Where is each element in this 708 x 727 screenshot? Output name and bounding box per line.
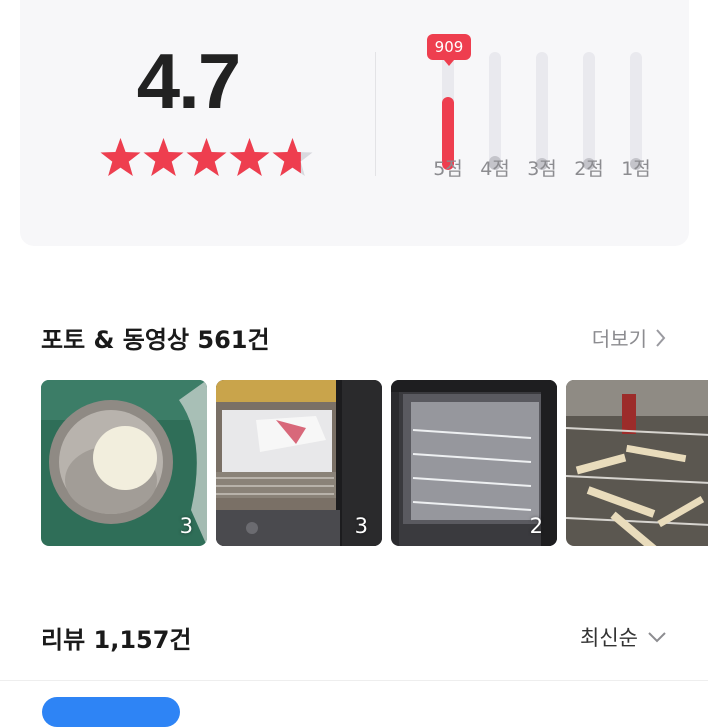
more-label: 더보기 [591,327,647,351]
review-section-title: 리뷰 1,157건 [41,626,192,654]
more-button[interactable]: 더보기 [592,323,666,352]
filter-pill[interactable] [42,697,180,727]
bar-label: 2점 [574,158,604,180]
bar-track [630,52,642,170]
photo-thumbnail[interactable]: 2 [391,380,557,546]
bar-label: 3점 [527,158,557,180]
photo-strip: 3 3 2 [41,380,708,546]
bar-track [583,52,595,170]
rating-bar-1[interactable]: 1점 [613,30,659,190]
average-score: 4.7 [136,37,241,125]
divider [375,52,376,176]
rating-bar-2[interactable]: 2점 [566,30,612,190]
photo-count: 2 [529,514,543,538]
dried-food-photo [566,380,708,546]
photo-section-title: 포토 & 동영상 561건 [41,326,270,354]
star-fill [100,138,141,176]
sort-label: 최신순 [580,626,638,650]
rating-summary-card: 4.7 909 5점 4점 3점 2점 1점 [20,0,689,246]
bar-track [442,52,454,170]
count-badge: 909 [427,34,471,66]
bar-label: 4점 [480,158,510,180]
star-rating [100,138,313,176]
star-fill [186,138,227,176]
star-fill [229,138,270,176]
chevron-right-icon [656,328,666,347]
rating-distribution: 909 5점 4점 3점 2점 1점 [425,30,670,190]
section-separator [0,680,708,681]
sort-dropdown[interactable]: 최신순 [580,622,666,652]
photo-thumbnail[interactable]: 3 [216,380,382,546]
photo-thumbnail[interactable] [566,380,708,546]
rating-bar-4[interactable]: 4점 [472,30,518,190]
star-fill [143,138,184,176]
bar-track [489,52,501,170]
bar-label: 5점 [433,158,463,180]
bar-label: 1점 [621,158,651,180]
rating-bar-5[interactable]: 909 5점 [425,30,471,190]
rating-bar-3[interactable]: 3점 [519,30,565,190]
photo-thumbnail[interactable]: 3 [41,380,207,546]
photo-count: 3 [179,514,193,538]
bar-track [536,52,548,170]
photo-count: 3 [354,514,368,538]
chevron-down-icon [648,631,666,642]
